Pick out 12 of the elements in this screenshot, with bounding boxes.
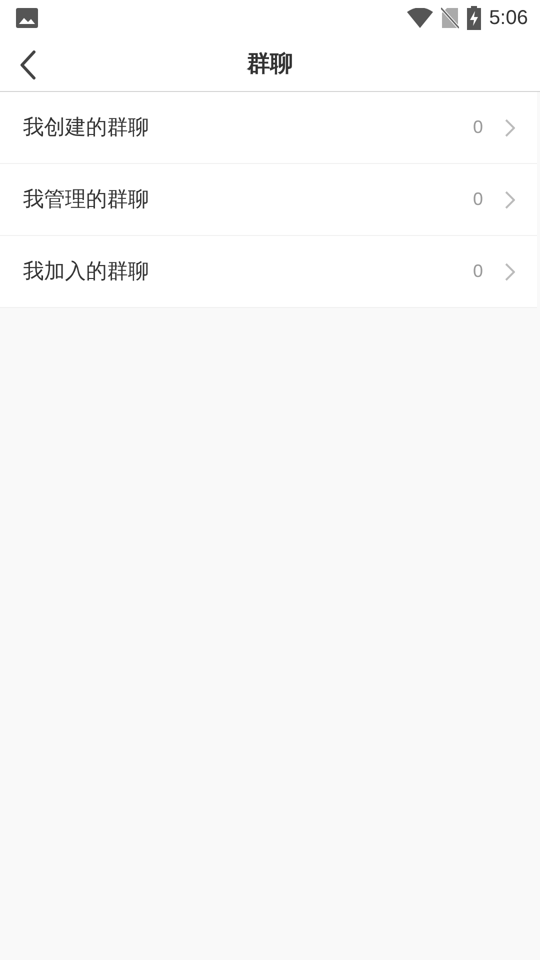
wifi-icon xyxy=(407,8,434,28)
image-icon xyxy=(16,8,38,28)
chevron-right-icon xyxy=(505,262,515,280)
page-title: 群聊 xyxy=(247,49,293,78)
no-sim-icon xyxy=(441,7,460,29)
chevron-right-icon xyxy=(505,190,515,208)
battery-charging-icon xyxy=(467,6,482,30)
status-time: 5:06 xyxy=(489,6,528,31)
list-row[interactable]: 我加入的群聊 0 xyxy=(0,236,537,308)
chevron-right-icon xyxy=(505,118,515,136)
list-row[interactable]: 我管理的群聊 0 xyxy=(0,164,537,236)
list-row[interactable]: 我创建的群聊 0 xyxy=(0,92,537,164)
